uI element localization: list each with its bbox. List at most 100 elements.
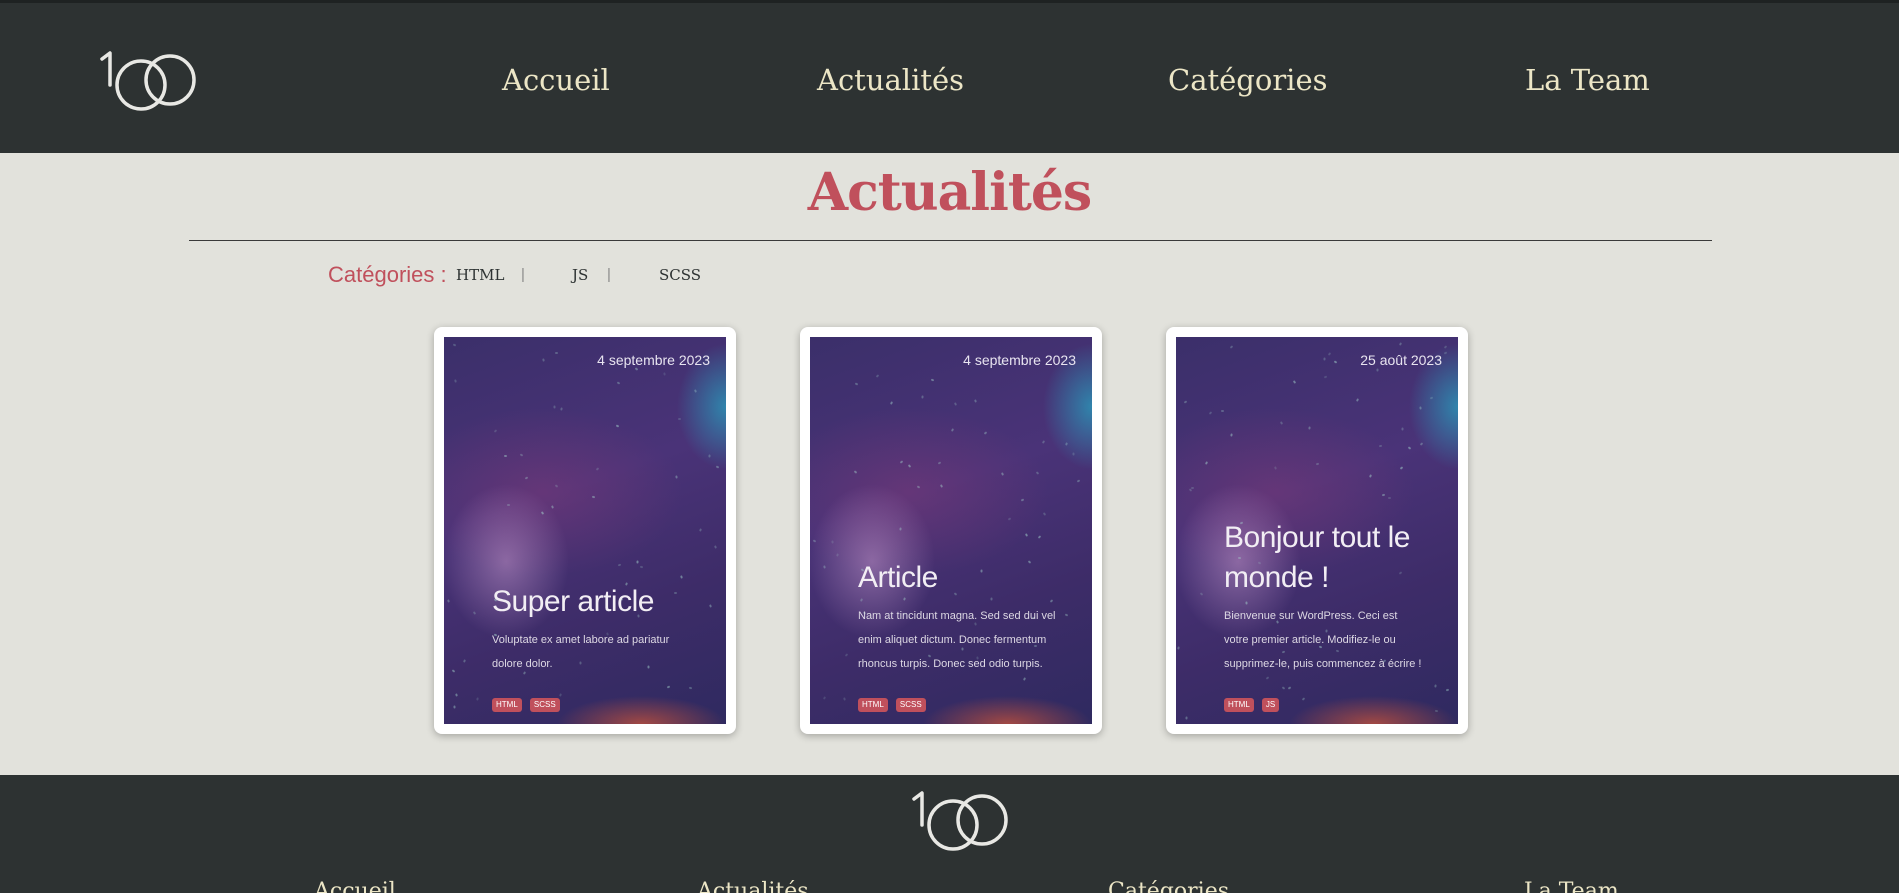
image-speck	[555, 352, 558, 354]
image-speck	[899, 460, 904, 464]
category-separator: |	[607, 266, 611, 283]
image-speck	[875, 374, 880, 378]
image-speck	[930, 378, 935, 382]
category-filter-html[interactable]: HTML	[456, 266, 504, 284]
category-filter-js[interactable]: JS	[572, 266, 588, 284]
image-speck	[1065, 442, 1068, 446]
image-speck	[854, 382, 859, 386]
image-speck	[1020, 498, 1025, 502]
image-speck	[454, 379, 457, 383]
article-title[interactable]: Super article	[492, 582, 692, 622]
image-speck	[560, 407, 563, 411]
article-card[interactable]: 4 septembre 2023 Super article Voluptate…	[434, 327, 736, 734]
image-speck	[1229, 345, 1234, 349]
image-speck	[617, 563, 622, 567]
image-speck	[709, 604, 712, 608]
footer-nav-actualites[interactable]: Actualités	[697, 879, 809, 893]
image-speck	[472, 611, 477, 615]
image-speck	[455, 693, 458, 697]
image-speck	[451, 669, 456, 673]
image-speck	[519, 453, 524, 457]
image-speck	[889, 401, 894, 405]
image-speck	[503, 454, 508, 458]
image-speck	[1381, 493, 1386, 497]
page-title: Actualités	[807, 162, 1092, 223]
image-speck	[554, 484, 559, 488]
article-excerpt: Voluptate ex amet labore ad pariatur dol…	[492, 634, 670, 670]
image-speck	[1419, 406, 1422, 410]
nav-la-team[interactable]: La Team	[1525, 63, 1650, 97]
site-logo-icon[interactable]	[96, 47, 200, 117]
image-speck	[677, 417, 682, 421]
image-speck	[1355, 398, 1360, 402]
image-speck	[540, 511, 545, 515]
article-title[interactable]: Bonjour tout le monde !	[1224, 518, 1424, 598]
image-speck	[1042, 512, 1047, 516]
article-date: 25 août 2023	[1360, 352, 1442, 368]
nav-accueil[interactable]: Accueil	[502, 63, 610, 97]
footer-nav-categories[interactable]: Catégories	[1108, 879, 1229, 893]
image-speck	[1443, 351, 1448, 355]
image-speck	[636, 560, 639, 564]
image-speck	[1376, 368, 1379, 372]
image-speck	[1037, 535, 1042, 539]
image-speck	[524, 476, 529, 480]
image-speck	[663, 372, 666, 376]
image-speck	[1041, 440, 1046, 444]
footer-nav-la-team[interactable]: La Team	[1524, 879, 1619, 893]
nav-actualites[interactable]: Actualités	[817, 63, 964, 97]
image-speck	[1378, 444, 1383, 448]
tag-scss[interactable]: SCSS	[529, 698, 560, 712]
image-speck	[1419, 442, 1424, 446]
image-speck	[1185, 716, 1188, 720]
image-speck	[714, 545, 717, 549]
image-speck	[1024, 533, 1029, 537]
image-speck	[1064, 613, 1069, 617]
tag-js[interactable]: JS	[1261, 698, 1280, 712]
image-speck	[493, 429, 498, 433]
image-speck	[1398, 342, 1403, 346]
article-date: 4 septembre 2023	[963, 352, 1076, 368]
image-speck	[447, 599, 450, 603]
article-card[interactable]: 25 août 2023 Bonjour tout le monde ! Bie…	[1166, 327, 1468, 734]
image-speck	[1035, 471, 1040, 475]
article-card[interactable]: 4 septembre 2023 Article Nam at tincidun…	[800, 327, 1102, 734]
footer-logo-icon[interactable]	[908, 787, 1012, 857]
footer-nav-accueil[interactable]: Accueil	[314, 879, 396, 893]
article-card-body: Super article Voluptate ex amet labore a…	[492, 582, 692, 712]
article-title[interactable]: Article	[858, 558, 1058, 598]
tag-html[interactable]: HTML	[1224, 698, 1254, 712]
image-speck	[937, 461, 942, 465]
image-speck	[551, 505, 554, 509]
image-speck	[1274, 466, 1277, 470]
image-speck	[1220, 409, 1225, 413]
image-speck	[907, 464, 912, 468]
tag-html[interactable]: HTML	[858, 698, 888, 712]
category-filter-scss[interactable]: SCSS	[659, 266, 701, 284]
image-speck	[639, 565, 644, 569]
image-speck	[1183, 400, 1188, 404]
title-divider	[189, 240, 1712, 241]
article-date: 4 septembre 2023	[597, 352, 710, 368]
tag-scss[interactable]: SCSS	[895, 698, 926, 712]
nav-categories[interactable]: Catégories	[1168, 63, 1328, 97]
image-speck	[899, 527, 902, 531]
article-tags: HTML JS	[1224, 692, 1424, 712]
image-speck	[1007, 517, 1012, 521]
site-footer: Accueil Actualités Catégories La Team	[0, 775, 1899, 893]
image-speck	[1399, 466, 1404, 470]
image-speck	[1445, 688, 1450, 692]
image-speck	[836, 553, 839, 557]
image-speck	[708, 454, 711, 458]
image-speck	[1204, 461, 1209, 465]
image-speck	[831, 540, 834, 544]
image-speck	[1443, 345, 1448, 349]
image-speck	[1177, 646, 1180, 650]
image-speck	[553, 405, 556, 409]
image-speck	[1429, 396, 1434, 400]
image-speck	[476, 697, 479, 701]
image-speck	[1315, 462, 1320, 466]
image-speck	[542, 358, 545, 362]
image-speck	[1401, 427, 1404, 431]
tag-html[interactable]: HTML	[492, 698, 522, 712]
